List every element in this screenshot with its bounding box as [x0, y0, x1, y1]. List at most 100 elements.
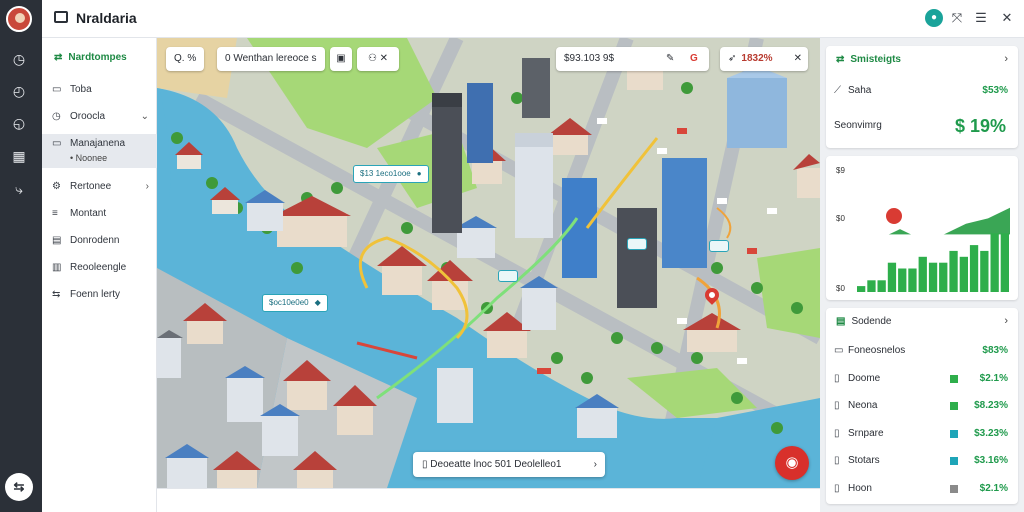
chart-marker[interactable] — [886, 208, 902, 224]
swap-fab-button[interactable]: ⇆ — [5, 473, 33, 501]
sidebar-header: ⇄ Nardtompes — [54, 52, 127, 63]
sidebar: ⇄ Nardtompes ▭ Toba ◷ Oroocla ⌄ ▭ Manajanena… — [42, 38, 157, 512]
summary-row[interactable]: ▯ Stotars $3.16% — [834, 452, 1008, 470]
map-mini-tag[interactable] — [709, 240, 729, 252]
chart-bar — [990, 233, 999, 292]
chart-bar — [908, 268, 917, 292]
trend-icon: ⟋ — [834, 85, 841, 96]
avatar[interactable] — [6, 6, 32, 32]
chart-bar — [867, 280, 876, 292]
price-chip[interactable]: $93.103 9$ ✎ G — [556, 47, 709, 71]
summary-card: ▤ Sodende › ▭ Foneosnelos $83% ▯ Doome $2.1% ▯ N… — [826, 308, 1018, 504]
color-swatch — [950, 374, 958, 383]
chevron-right-icon[interactable]: › — [1004, 53, 1008, 65]
map-footer — [157, 488, 820, 512]
map-mini-tag[interactable] — [498, 270, 518, 282]
map-label-tag-text: $13 1eco1ooe — [360, 169, 411, 178]
sidebar-item-rertonee[interactable]: ⚙ Rertonee › — [42, 174, 157, 200]
summary-row-value: $3.16% — [974, 455, 1008, 466]
percent-chip[interactable]: ➶ 1832% ✕ — [720, 47, 808, 71]
sidebar-item-montant[interactable]: ≡ Montant — [42, 201, 157, 227]
route-info-pill[interactable]: ▯ Deoeatte lnoc 501 Deolelleo1 › — [413, 452, 605, 477]
color-swatch — [950, 457, 958, 465]
summary-row-label: Foneosnelos — [848, 345, 906, 356]
top-bar: Nraldaria ● ⤧ ☰ ✕ — [42, 0, 1024, 38]
box-icon: ▭ — [52, 84, 62, 95]
stats-card: ⇄ Smisteigts › ⟋ Saha $53% Seonvimrg $ 19% — [826, 46, 1018, 148]
app-title: Nraldaria — [76, 10, 137, 26]
pin-icon: ● — [416, 169, 422, 178]
chart-bar — [887, 262, 897, 292]
map-search-chip[interactable]: Q. % — [166, 47, 205, 71]
image-icon[interactable]: ▣ — [330, 47, 352, 71]
map-search-chip-label: Q. % — [174, 53, 197, 64]
location-chip[interactable]: 0 Wenthan lereoce s — [217, 47, 325, 71]
gear-icon: ⚙ — [52, 181, 61, 192]
list-icon: ▤ — [836, 316, 846, 327]
document-icon: ▤ — [52, 235, 62, 246]
summary-row-value: $2.1% — [979, 372, 1008, 384]
stats-header-label: Smisteigts — [850, 54, 901, 65]
summary-row-label: Hoon — [848, 482, 872, 494]
chevron-right-icon[interactable]: › — [1004, 315, 1008, 327]
chart-bar — [898, 268, 907, 292]
timer-icon[interactable]: ◵ — [10, 114, 28, 132]
summary-row-label: Srnpare — [848, 427, 884, 439]
menu-icon[interactable]: ☰ — [972, 9, 990, 27]
map-label-tag[interactable]: $13 1eco1ooe ● — [353, 165, 429, 183]
color-swatch — [950, 429, 958, 438]
sidebar-item-manajanena[interactable]: ▭ Manajanena • Noonee — [42, 134, 157, 168]
record-button[interactable]: ◉ — [775, 446, 809, 480]
chart-bar — [969, 245, 979, 292]
row-icon: ▭ — [834, 345, 844, 356]
stats-big-value: $ 19% — [954, 116, 1006, 136]
map-mini-tag[interactable] — [627, 238, 647, 250]
google-icon[interactable]: G — [690, 47, 698, 71]
route-icon[interactable]: ⤷ — [10, 180, 28, 198]
swap-icon: ⇆ — [52, 289, 61, 300]
chevron-down-icon: ⌄ — [140, 111, 149, 122]
close-icon[interactable]: ✕ — [794, 47, 802, 71]
sidebar-item-oroocla[interactable]: ◷ Oroocla ⌄ — [42, 104, 157, 130]
sidebar-item-donrodenn[interactable]: ▤ Donrodenn — [42, 228, 157, 254]
chart-bar — [949, 250, 958, 292]
chart-icon: ▥ — [52, 262, 62, 273]
chevron-right-icon: › — [145, 181, 149, 192]
close-icon[interactable]: ✕ — [998, 9, 1016, 27]
expand-icon[interactable]: ⤧ — [948, 9, 966, 27]
clock-icon[interactable]: ◷ — [10, 50, 28, 68]
sidebar-item-label: Foenn lerty — [70, 289, 121, 300]
sidebar-item-foenn-lerty[interactable]: ⇆ Foenn lerty — [42, 282, 157, 308]
summary-row[interactable]: ▯ Neona $8.23% — [834, 397, 1008, 415]
summary-row[interactable]: ▯ Doome $2.1% — [834, 370, 1008, 388]
status-icon[interactable]: ● — [925, 9, 943, 27]
summary-header: ▤ Sodende — [836, 316, 892, 327]
summary-row[interactable]: ▯ Srnpare $3.23% — [834, 425, 1008, 443]
stats-big-label: Seonvimrg — [834, 120, 882, 131]
chart-bar — [928, 262, 938, 292]
share-icon[interactable]: ⚇ ✕ — [357, 47, 399, 71]
chart-bar — [939, 262, 948, 292]
edit-icon[interactable]: ✎ — [666, 47, 674, 71]
row-icon: ▯ — [834, 455, 840, 466]
city-map[interactable]: Q. % 0 Wenthan lereoce s ▣ ⚇ ✕ $93.103 9… — [157, 38, 820, 488]
history-icon[interactable]: ◴ — [10, 82, 28, 100]
summary-row[interactable]: ▯ Hoon $2.1% — [834, 480, 1008, 498]
map-canvas — [157, 38, 820, 488]
menu-icon: ≡ — [52, 208, 58, 219]
summary-row[interactable]: ▭ Foneosnelos $83% — [834, 342, 1008, 360]
stats-header: ⇄ Smisteigts — [836, 54, 901, 65]
row-icon: ▯ — [834, 482, 840, 494]
sidebar-item-label: Oroocla — [70, 111, 106, 122]
send-icon: ➶ — [728, 53, 737, 64]
sidebar-item-toba[interactable]: ▭ Toba — [42, 77, 157, 103]
map-label-tag[interactable]: $oc10e0e0 ◆ — [262, 294, 328, 312]
grid-icon[interactable]: ▦ — [10, 147, 28, 165]
color-swatch — [950, 484, 958, 493]
chart-bar — [959, 256, 968, 292]
sidebar-item-reooleengle[interactable]: ▥ Reooleengle — [42, 255, 157, 281]
summary-header-label: Sodende — [851, 316, 892, 327]
stats-row-label: Saha — [848, 85, 872, 96]
sidebar-item-sublabel-text: Noonee — [75, 153, 108, 163]
left-rail: ◷ ◴ ◵ ▦ ⤷ ⇆ — [0, 0, 42, 512]
